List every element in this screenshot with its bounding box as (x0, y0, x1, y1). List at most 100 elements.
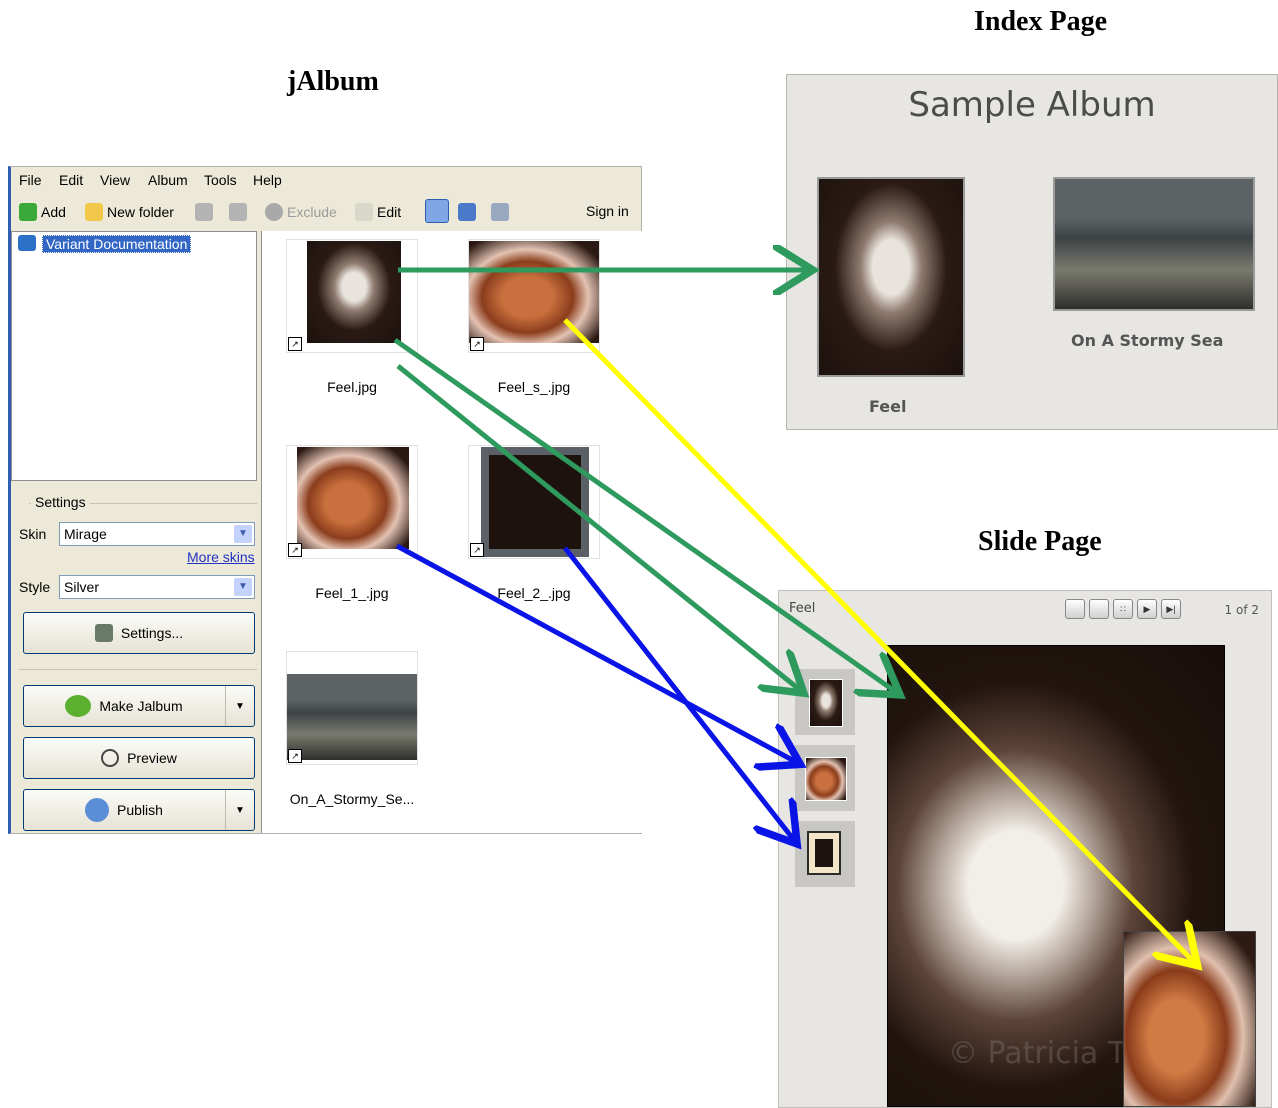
index-page-preview: Sample Album Feel On A Stormy Sea (786, 74, 1278, 430)
thumbnail-on-a-stormy-sea[interactable]: ↗ (286, 651, 418, 765)
image-view-button[interactable] (458, 203, 476, 221)
shortcut-icon: ↗ (288, 543, 302, 557)
play-button[interactable]: ▶ (1137, 599, 1157, 619)
nav-last-button[interactable]: ▶| (1161, 599, 1181, 619)
settings-group-label: Settings (31, 494, 90, 510)
image-view-icon (458, 203, 476, 221)
thumbnail-image (469, 241, 599, 343)
thumbnail-image (297, 447, 409, 549)
slideshow-button[interactable] (491, 203, 509, 221)
actions-divider (19, 669, 257, 670)
variant-thumb-feel-2[interactable] (795, 821, 855, 887)
add-label: Add (41, 204, 66, 220)
edit-button[interactable]: Edit (355, 203, 401, 221)
thumbnail-image (287, 674, 417, 760)
make-jalbum-button[interactable]: Make Jalbum ▼ (23, 685, 255, 727)
thumbnail-feel[interactable]: ↗ (286, 239, 418, 353)
slide-variant-inset (1123, 931, 1256, 1107)
thumbnail-image (307, 241, 401, 343)
frog-icon (65, 695, 92, 717)
index-thumbnail-feel[interactable] (817, 177, 965, 377)
nav-first-button[interactable] (1065, 599, 1085, 619)
index-caption-on-a-stormy-sea: On A Stormy Sea (1071, 331, 1224, 350)
preview-label: Preview (127, 750, 177, 766)
menu-file[interactable]: File (19, 172, 42, 188)
thumbnail-feel-s[interactable]: ↗ (468, 239, 600, 353)
add-icon (19, 203, 37, 221)
slideshow-icon (491, 203, 509, 221)
preview-button[interactable]: Preview (23, 737, 255, 779)
album-tree: Variant Documentation (11, 231, 257, 481)
file-name: Feel_1_.jpg (315, 585, 389, 601)
menu-view[interactable]: View (100, 172, 130, 188)
more-skins-link[interactable]: More skins (187, 549, 255, 565)
magnifier-icon (101, 749, 120, 767)
menu-album[interactable]: Album (148, 172, 188, 188)
index-thumbnail-on-a-stormy-sea[interactable] (1053, 177, 1255, 311)
menu-help[interactable]: Help (253, 172, 282, 188)
slide-page-preview: Feel ∷ ▶ ▶| 1 of 2 © Patricia Tw (778, 590, 1272, 1108)
thumbnail-view-icon (425, 199, 449, 223)
variant-thumb-feel[interactable] (795, 669, 855, 735)
shortcut-icon: ↗ (288, 749, 302, 763)
sign-in-label: Sign in (586, 203, 629, 219)
publish-button[interactable]: Publish ▼ (23, 789, 255, 831)
thumbnail-view-button[interactable] (425, 199, 449, 223)
variant-image (807, 831, 841, 875)
menu-tools[interactable]: Tools (204, 172, 237, 188)
tree-node-variant-documentation[interactable]: Variant Documentation (42, 235, 192, 253)
new-folder-button[interactable]: New folder (85, 203, 174, 221)
chevron-down-icon[interactable]: ▼ (225, 686, 254, 726)
shortcut-icon: ↗ (470, 543, 484, 557)
skin-label: Skin (19, 526, 47, 542)
nav-prev-button[interactable] (1089, 599, 1109, 619)
shortcut-icon: ↗ (470, 337, 484, 351)
variant-image (805, 757, 847, 801)
slide-title: Feel (789, 601, 816, 616)
thumbnail-feel-2[interactable]: ↗ (468, 445, 600, 559)
watermark-text: © Patricia Tw (948, 1036, 1146, 1071)
style-select[interactable]: Silver ▼ (59, 575, 255, 599)
settings-button-label: Settings... (120, 625, 184, 641)
forward-button[interactable] (229, 203, 247, 221)
chevron-down-icon: ▼ (234, 578, 252, 596)
slide-counter: 1 of 2 (1224, 603, 1259, 617)
exclude-button[interactable]: Exclude (265, 203, 337, 221)
new-folder-icon (85, 203, 103, 221)
index-caption-feel: Feel (869, 397, 907, 416)
index-grid-button[interactable]: ∷ (1113, 599, 1133, 619)
toolbar: Add New folder Exclude Edit Sign in (11, 197, 641, 227)
thumbnail-pane: ↗ Feel.jpg ↗ Feel_s_.jpg ↗ Feel_1_.jpg ↗… (261, 231, 642, 833)
back-icon (195, 203, 213, 221)
add-button[interactable]: Add (19, 203, 66, 221)
skin-select[interactable]: Mirage ▼ (59, 522, 255, 546)
edit-icon (355, 203, 373, 221)
settings-button[interactable]: Settings... (23, 612, 255, 654)
chevron-down-icon: ▼ (234, 525, 252, 543)
variant-thumb-feel-1[interactable] (795, 745, 855, 811)
make-jalbum-label: Make Jalbum (99, 698, 183, 714)
publish-label: Publish (117, 802, 163, 818)
album-book-icon (18, 235, 36, 251)
settings-icon (94, 624, 113, 642)
forward-icon (229, 203, 247, 221)
back-button[interactable] (195, 203, 213, 221)
file-name: Feel_2_.jpg (497, 585, 571, 601)
thumbnail-image (481, 447, 589, 557)
file-name: Feel_s_.jpg (497, 379, 571, 395)
globe-publish-icon (85, 798, 110, 822)
file-name: Feel.jpg (327, 379, 377, 395)
sign-in-button[interactable]: Sign in (586, 203, 629, 219)
slide-page-heading: Slide Page (978, 526, 1102, 557)
style-value: Silver (64, 579, 100, 595)
index-page-heading: Index Page (974, 6, 1107, 37)
variant-image (809, 679, 843, 727)
thumbnail-feel-1[interactable]: ↗ (286, 445, 418, 559)
menu-edit[interactable]: Edit (59, 172, 83, 188)
jalbum-heading: jAlbum (287, 66, 379, 97)
new-folder-label: New folder (107, 204, 174, 220)
chevron-down-icon[interactable]: ▼ (225, 790, 254, 830)
shortcut-icon: ↗ (288, 337, 302, 351)
album-title: Sample Album (908, 85, 1156, 125)
exclude-icon (265, 203, 283, 221)
